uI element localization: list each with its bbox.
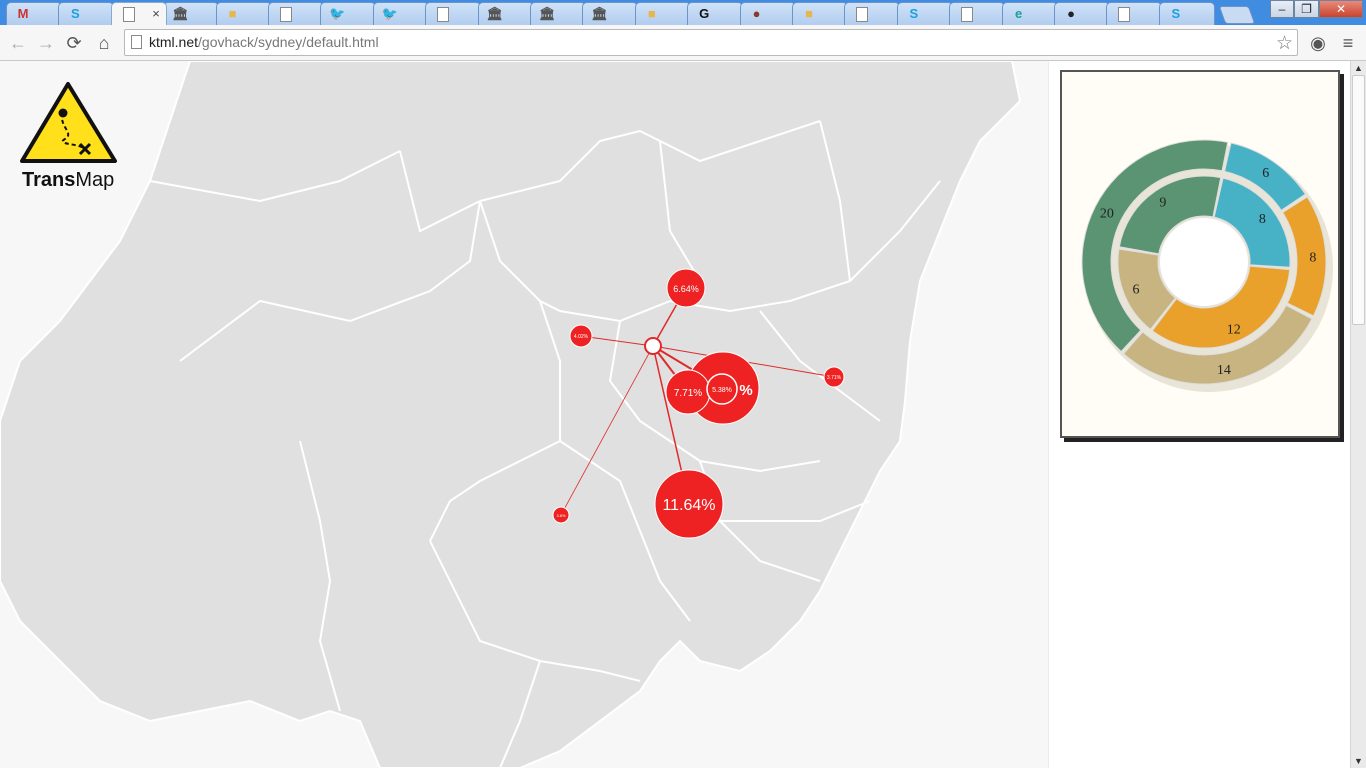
minimize-button[interactable]: –	[1270, 0, 1294, 18]
browser-tab[interactable]: ■	[792, 2, 848, 25]
bank-icon: 🏛	[539, 6, 556, 21]
browser-tab[interactable]: 🐦	[320, 2, 377, 25]
globe-icon: ●	[752, 6, 761, 21]
browser-tab[interactable]: e	[1001, 2, 1058, 25]
donut-chart[interactable]: 6 8 14 20 8 12 6 9	[1062, 72, 1338, 436]
bookmark-star-icon[interactable]: ☆	[1276, 32, 1293, 55]
page-icon	[280, 7, 292, 22]
menu-icon[interactable]: ≡	[1338, 33, 1358, 53]
side-panel: 6 8 14 20 8 12 6 9	[1048, 61, 1350, 768]
bank-icon: 🏛	[172, 6, 189, 21]
donut-value-label: 8	[1259, 212, 1266, 227]
extension-icon[interactable]: ◉	[1308, 33, 1328, 53]
reload-icon[interactable]: ⟳	[64, 33, 84, 53]
donut-value-label: 6	[1262, 166, 1269, 181]
donut-value-label: 20	[1100, 207, 1114, 222]
home-icon[interactable]: ⌂	[94, 33, 114, 53]
page-icon	[961, 7, 974, 22]
page-icon	[131, 35, 142, 49]
browser-tab[interactable]: 🏛	[163, 2, 220, 25]
browser-tab[interactable]: S	[1158, 2, 1215, 25]
browser-tab[interactable]: ■	[215, 2, 272, 25]
browser-tab[interactable]: ●	[739, 2, 796, 25]
browser-tab[interactable]	[949, 2, 1006, 25]
github-icon: ●	[1067, 6, 1075, 21]
skype-icon: S	[71, 6, 80, 21]
donut-value-label: 9	[1159, 196, 1166, 211]
close-tab-icon[interactable]: ×	[152, 6, 160, 22]
browser-tab[interactable]: 🏛	[530, 2, 586, 25]
page-icon	[122, 7, 135, 22]
gmail-icon: M	[17, 6, 29, 21]
browser-tab[interactable]: S	[58, 2, 115, 25]
destination-label: 3.8%	[556, 513, 566, 518]
forward-icon[interactable]: →	[36, 33, 56, 53]
map-canvas: % 7.71% 5.38% 6.64% 4.02% 3.71% 11.64% 3…	[0, 61, 1022, 768]
close-window-button[interactable]: ✕	[1319, 0, 1363, 18]
browser-tab[interactable]: ×	[110, 2, 167, 25]
bank-icon: 🏛	[591, 6, 608, 21]
logo-text-bold: Trans	[22, 169, 76, 191]
transmap-logo	[20, 81, 120, 174]
browser-tab[interactable]	[268, 2, 324, 25]
restore-button[interactable]: ❐	[1294, 0, 1319, 18]
destination-label: 6.64%	[673, 284, 699, 294]
browser-tab[interactable]: G	[687, 2, 744, 25]
g-icon: G	[699, 6, 710, 21]
twitter-icon: 🐦	[329, 6, 346, 21]
origin-marker[interactable]	[644, 337, 662, 355]
page-icon	[1118, 7, 1131, 22]
skype-icon: S	[909, 6, 919, 21]
browser-tab[interactable]: ■	[634, 2, 691, 25]
new-tab-button[interactable]	[1218, 6, 1256, 24]
browser-tab[interactable]: S	[896, 2, 953, 25]
browser-tab[interactable]	[1106, 2, 1163, 25]
box-icon: ■	[805, 6, 813, 21]
scroll-up-arrow-icon[interactable]: ▲	[1353, 62, 1364, 74]
browser-tab[interactable]: 🐦	[372, 2, 429, 25]
address-bar[interactable]: ktml.net/govhack/sydney/default.html ☆	[124, 29, 1298, 56]
browser-tab[interactable]: ●	[1054, 2, 1110, 25]
twitter-icon: 🐦	[381, 6, 398, 21]
scrollbar[interactable]: ▲ ▼	[1350, 61, 1366, 768]
warning-triangle-logo-icon	[20, 82, 117, 163]
donut-hole	[1160, 218, 1248, 306]
donut-value-label: 12	[1227, 323, 1241, 338]
destination-label: 11.64%	[662, 497, 715, 514]
destination-label: 5.38%	[712, 387, 732, 394]
page-icon	[856, 7, 869, 22]
url-path: /govhack/sydney/default.html	[198, 34, 379, 50]
scroll-thumb[interactable]	[1352, 75, 1365, 325]
bank-icon: 🏛	[486, 6, 504, 21]
donut-value-label: 8	[1309, 250, 1316, 265]
sydney-region-landmass	[0, 61, 1022, 768]
tab-strip: M S × 🏛 ■ 🐦 🐦 🏛 🏛 🏛 ■ G ● ■ Se ● S	[0, 0, 1366, 25]
browser-tab[interactable]: 🏛	[477, 2, 534, 25]
e-icon: e	[1014, 6, 1023, 21]
destination-label: 4.02%	[574, 334, 589, 340]
url-text[interactable]: ktml.net/govhack/sydney/default.html	[149, 34, 379, 50]
box-icon: ■	[228, 6, 237, 21]
map[interactable]: % 7.71% 5.38% 6.64% 4.02% 3.71% 11.64% 3…	[0, 61, 1048, 768]
box-icon: ■	[647, 6, 656, 21]
browser-tab[interactable]: 🏛	[582, 2, 639, 25]
logo-text-rest: Map	[75, 169, 115, 191]
browser-tab[interactable]: M	[6, 2, 62, 25]
page-content: % 7.71% 5.38% 6.64% 4.02% 3.71% 11.64% 3…	[0, 61, 1350, 768]
url-host: ktml.net	[149, 34, 199, 50]
donut-value-label: 14	[1217, 363, 1231, 378]
destination-label: 7.71%	[674, 388, 702, 399]
browser-tab[interactable]	[425, 2, 482, 25]
scroll-down-arrow-icon[interactable]: ▼	[1353, 755, 1364, 767]
destination-label: %	[739, 382, 752, 399]
destination-label: 3.71%	[827, 375, 842, 381]
browser-toolbar: ← → ⟳ ⌂ ktml.net/govhack/sydney/default.…	[0, 25, 1366, 61]
donut-value-label: 6	[1133, 283, 1140, 298]
logo-text: TransMap	[22, 169, 114, 192]
chart-box: 6 8 14 20 8 12 6 9	[1060, 70, 1340, 438]
back-icon[interactable]: ←	[8, 33, 28, 53]
skype-icon: S	[1171, 6, 1181, 21]
browser-tab[interactable]	[844, 2, 901, 25]
page-icon	[437, 7, 450, 22]
